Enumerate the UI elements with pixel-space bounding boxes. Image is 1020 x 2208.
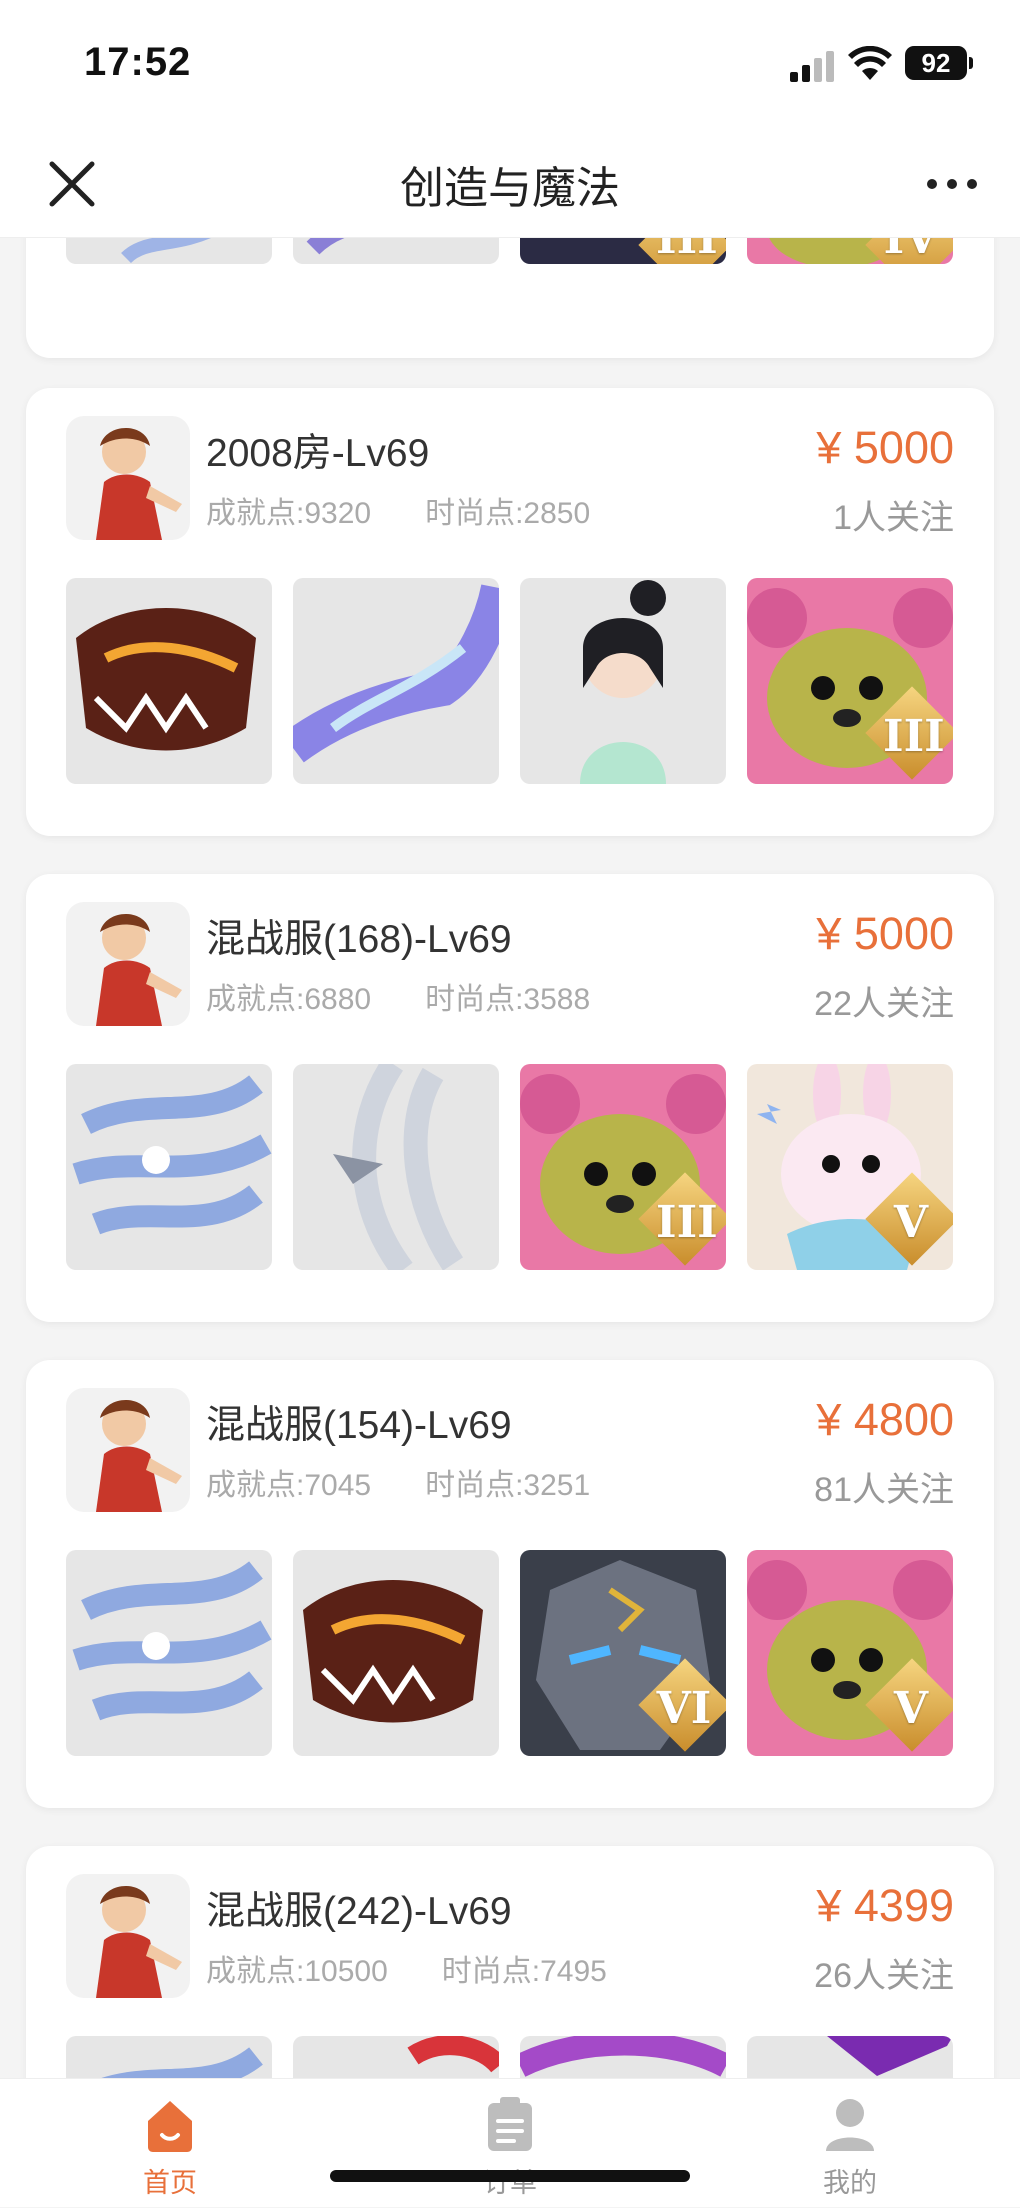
status-time: 17:52 [84,40,192,84]
item-thumbnail[interactable] [293,2036,499,2078]
listing-stats: 成就点:10500 时尚点:7495 [206,1946,661,1990]
item-thumbnail[interactable]: V [747,1550,953,1756]
price: ¥ 5000 [816,422,954,473]
item-thumbnail[interactable]: III [520,1064,726,1270]
listing-stats: 成就点:9320 时尚点:2850 [206,488,644,532]
item-thumbnail[interactable] [293,1550,499,1756]
nav-bar: 创造与魔法 [0,130,1020,238]
item-thumbnail[interactable] [66,1064,272,1270]
home-indicator[interactable] [330,2170,690,2182]
rank-badge-label: III [883,711,945,762]
listing-title: 2008房-Lv69 [206,432,430,475]
page-title: 创造与魔法 [400,164,620,213]
achievement-points: 成就点:7045 [206,1469,372,1502]
item-thumbnail[interactable]: IV [747,238,953,264]
fashion-points: 时尚点:3251 [425,1469,591,1502]
item-thumbnail[interactable] [293,238,499,264]
listing-title: 混战服(242)-Lv69 [206,1890,512,1933]
wifi-icon [848,46,892,80]
listing-title: 混战服(154)-Lv69 [206,1404,512,1447]
item-thumbnail[interactable]: VI [520,1550,726,1756]
achievement-points: 成就点:10500 [206,1955,388,1988]
rank-badge-label: IV [883,238,939,264]
item-thumbnail[interactable] [747,2036,953,2078]
achievement-points: 成就点:6880 [206,983,372,1016]
achievement-points: 成就点:9320 [206,497,372,530]
follower-count: 1人关注 [833,499,954,537]
avatar [66,416,190,540]
follower-count: 22人关注 [814,985,954,1023]
item-thumbnail[interactable] [293,578,499,784]
listing-feed[interactable]: III IV 2008房-Lv69 成就点:9320 时尚点:2850 ¥ 500… [0,238,1020,2078]
listing-stats: 成就点:7045 时尚点:3251 [206,1460,644,1504]
user-icon [826,2099,874,2151]
fashion-points: 时尚点:3588 [425,983,591,1016]
listing-title: 混战服(168)-Lv69 [206,918,512,961]
price: ¥ 4399 [816,1880,954,1931]
tab-mine[interactable]: 我的 [750,2079,950,2208]
listing-card[interactable]: 混战服(154)-Lv69 成就点:7045 时尚点:3251 ¥ 4800 81… [26,1360,994,1808]
tab-home[interactable]: 首页 [70,2079,270,2208]
item-thumbnail[interactable] [66,1550,272,1756]
tab-home-label: 首页 [143,2168,197,2198]
more-icon[interactable] [924,166,980,202]
listing-card[interactable]: 2008房-Lv69 成就点:9320 时尚点:2850 ¥ 5000 1人关注 … [26,388,994,836]
status-bar: 17:52 92 [0,0,1020,130]
avatar [66,902,190,1026]
item-thumbnail[interactable]: III [747,578,953,784]
price: ¥ 5000 [816,908,954,959]
battery-icon: 92 [905,46,973,80]
tab-orders[interactable]: 订单 [410,2079,610,2208]
listing-card[interactable]: 混战服(168)-Lv69 成就点:6880 时尚点:3588 ¥ 5000 22… [26,874,994,1322]
follower-count: 26人关注 [814,1957,954,1995]
item-thumbnail[interactable] [520,578,726,784]
item-thumbnail[interactable] [66,238,272,264]
rank-badge-label: III [656,238,718,264]
listing-stats: 成就点:6880 时尚点:3588 [206,974,644,1018]
fashion-points: 时尚点:2850 [425,497,591,530]
item-thumbnail[interactable] [66,578,272,784]
follower-count: 81人关注 [814,1471,954,1509]
rank-badge-label: VI [656,1683,712,1734]
rank-badge-label: V [893,1197,929,1248]
rank-badge-label: III [656,1197,718,1248]
item-thumbnail[interactable]: V [747,1064,953,1270]
item-thumbnail[interactable] [520,2036,726,2078]
avatar [66,1874,190,1998]
tab-bar: 首页 订单 我的 [0,2078,1020,2207]
tab-mine-label: 我的 [823,2168,877,2198]
rank-badge-label: V [893,1683,929,1734]
item-thumbnail[interactable]: III [520,238,726,264]
price: ¥ 4800 [816,1394,954,1445]
fashion-points: 时尚点:7495 [441,1955,607,1988]
item-thumbnail[interactable] [66,2036,272,2078]
avatar [66,1388,190,1512]
listing-card[interactable]: 混战服(242)-Lv69 成就点:10500 时尚点:7495 ¥ 4399 2… [26,1846,994,2078]
orders-icon [488,2097,532,2151]
listing-card[interactable]: III IV [26,238,994,358]
cellular-signal-icon [790,50,834,82]
home-icon [148,2101,192,2152]
item-thumbnail[interactable] [293,1064,499,1270]
